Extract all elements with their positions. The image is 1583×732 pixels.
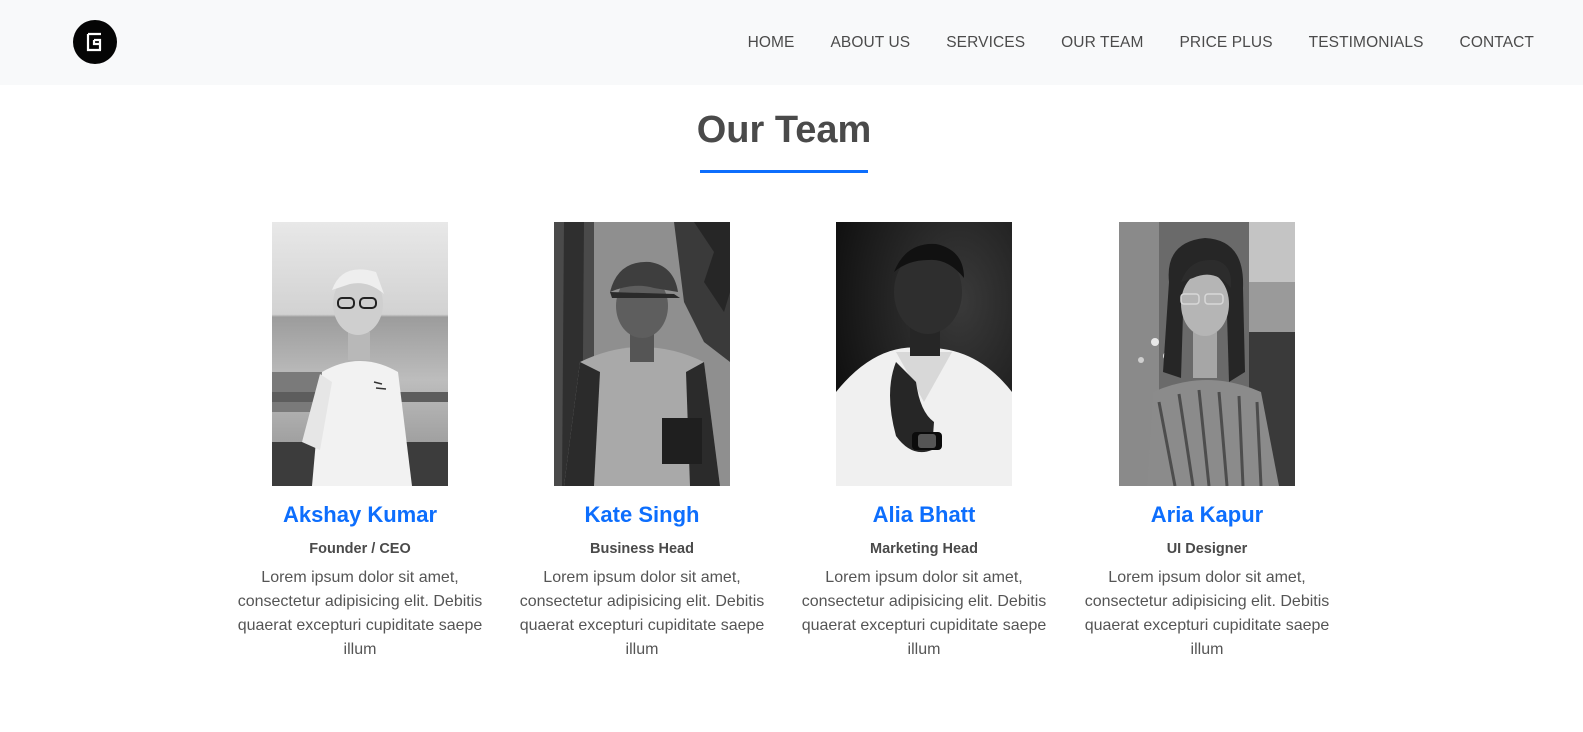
member-description: Lorem ipsum dolor sit amet, consectetur … bbox=[1084, 569, 1330, 658]
nav-link-services[interactable]: SERVICES bbox=[946, 34, 1025, 52]
member-description: Lorem ipsum dolor sit amet, consectetur … bbox=[801, 569, 1047, 658]
nav-link-home[interactable]: HOME bbox=[748, 34, 795, 52]
member-photo bbox=[1119, 222, 1295, 486]
nav-link-our-team[interactable]: OUR TEAM bbox=[1061, 34, 1143, 52]
member-name: Aria Kapur bbox=[1150, 502, 1264, 527]
member-role: Founder / CEO bbox=[309, 541, 411, 557]
member-photo bbox=[272, 222, 448, 486]
member-role: Marketing Head bbox=[870, 541, 978, 557]
navbar: HOME ABOUT US SERVICES OUR TEAM PRICE PL… bbox=[0, 0, 1583, 85]
team-card: Kate Singh Business Head Lorem ipsum dol… bbox=[517, 222, 767, 662]
team-card: Aria Kapur UI Designer Lorem ipsum dolor… bbox=[1082, 222, 1332, 662]
member-role: Business Head bbox=[590, 541, 694, 557]
logo-icon[interactable] bbox=[73, 20, 117, 64]
member-photo bbox=[554, 222, 730, 486]
member-description: Lorem ipsum dolor sit amet, consectetur … bbox=[237, 569, 483, 658]
member-name: Kate Singh bbox=[584, 502, 700, 527]
section-title: Our Team bbox=[696, 109, 872, 151]
nav-link-contact[interactable]: CONTACT bbox=[1460, 34, 1534, 52]
title-underline bbox=[700, 170, 868, 173]
member-photo bbox=[836, 222, 1012, 486]
nav-link-about-us[interactable]: ABOUT US bbox=[830, 34, 910, 52]
nav-link-testimonials[interactable]: TESTIMONIALS bbox=[1309, 34, 1424, 52]
member-name: Akshay Kumar bbox=[282, 502, 438, 527]
team-card: Akshay Kumar Founder / CEO Lorem ipsum d… bbox=[235, 222, 485, 662]
nav-menu: HOME ABOUT US SERVICES OUR TEAM PRICE PL… bbox=[748, 0, 1534, 85]
nav-link-price-plus[interactable]: PRICE PLUS bbox=[1179, 34, 1272, 52]
team-card: Alia Bhatt Marketing Head Lorem ipsum do… bbox=[799, 222, 1049, 662]
member-name: Alia Bhatt bbox=[872, 502, 976, 527]
member-description: Lorem ipsum dolor sit amet, consectetur … bbox=[519, 569, 765, 658]
member-role: UI Designer bbox=[1166, 541, 1248, 557]
